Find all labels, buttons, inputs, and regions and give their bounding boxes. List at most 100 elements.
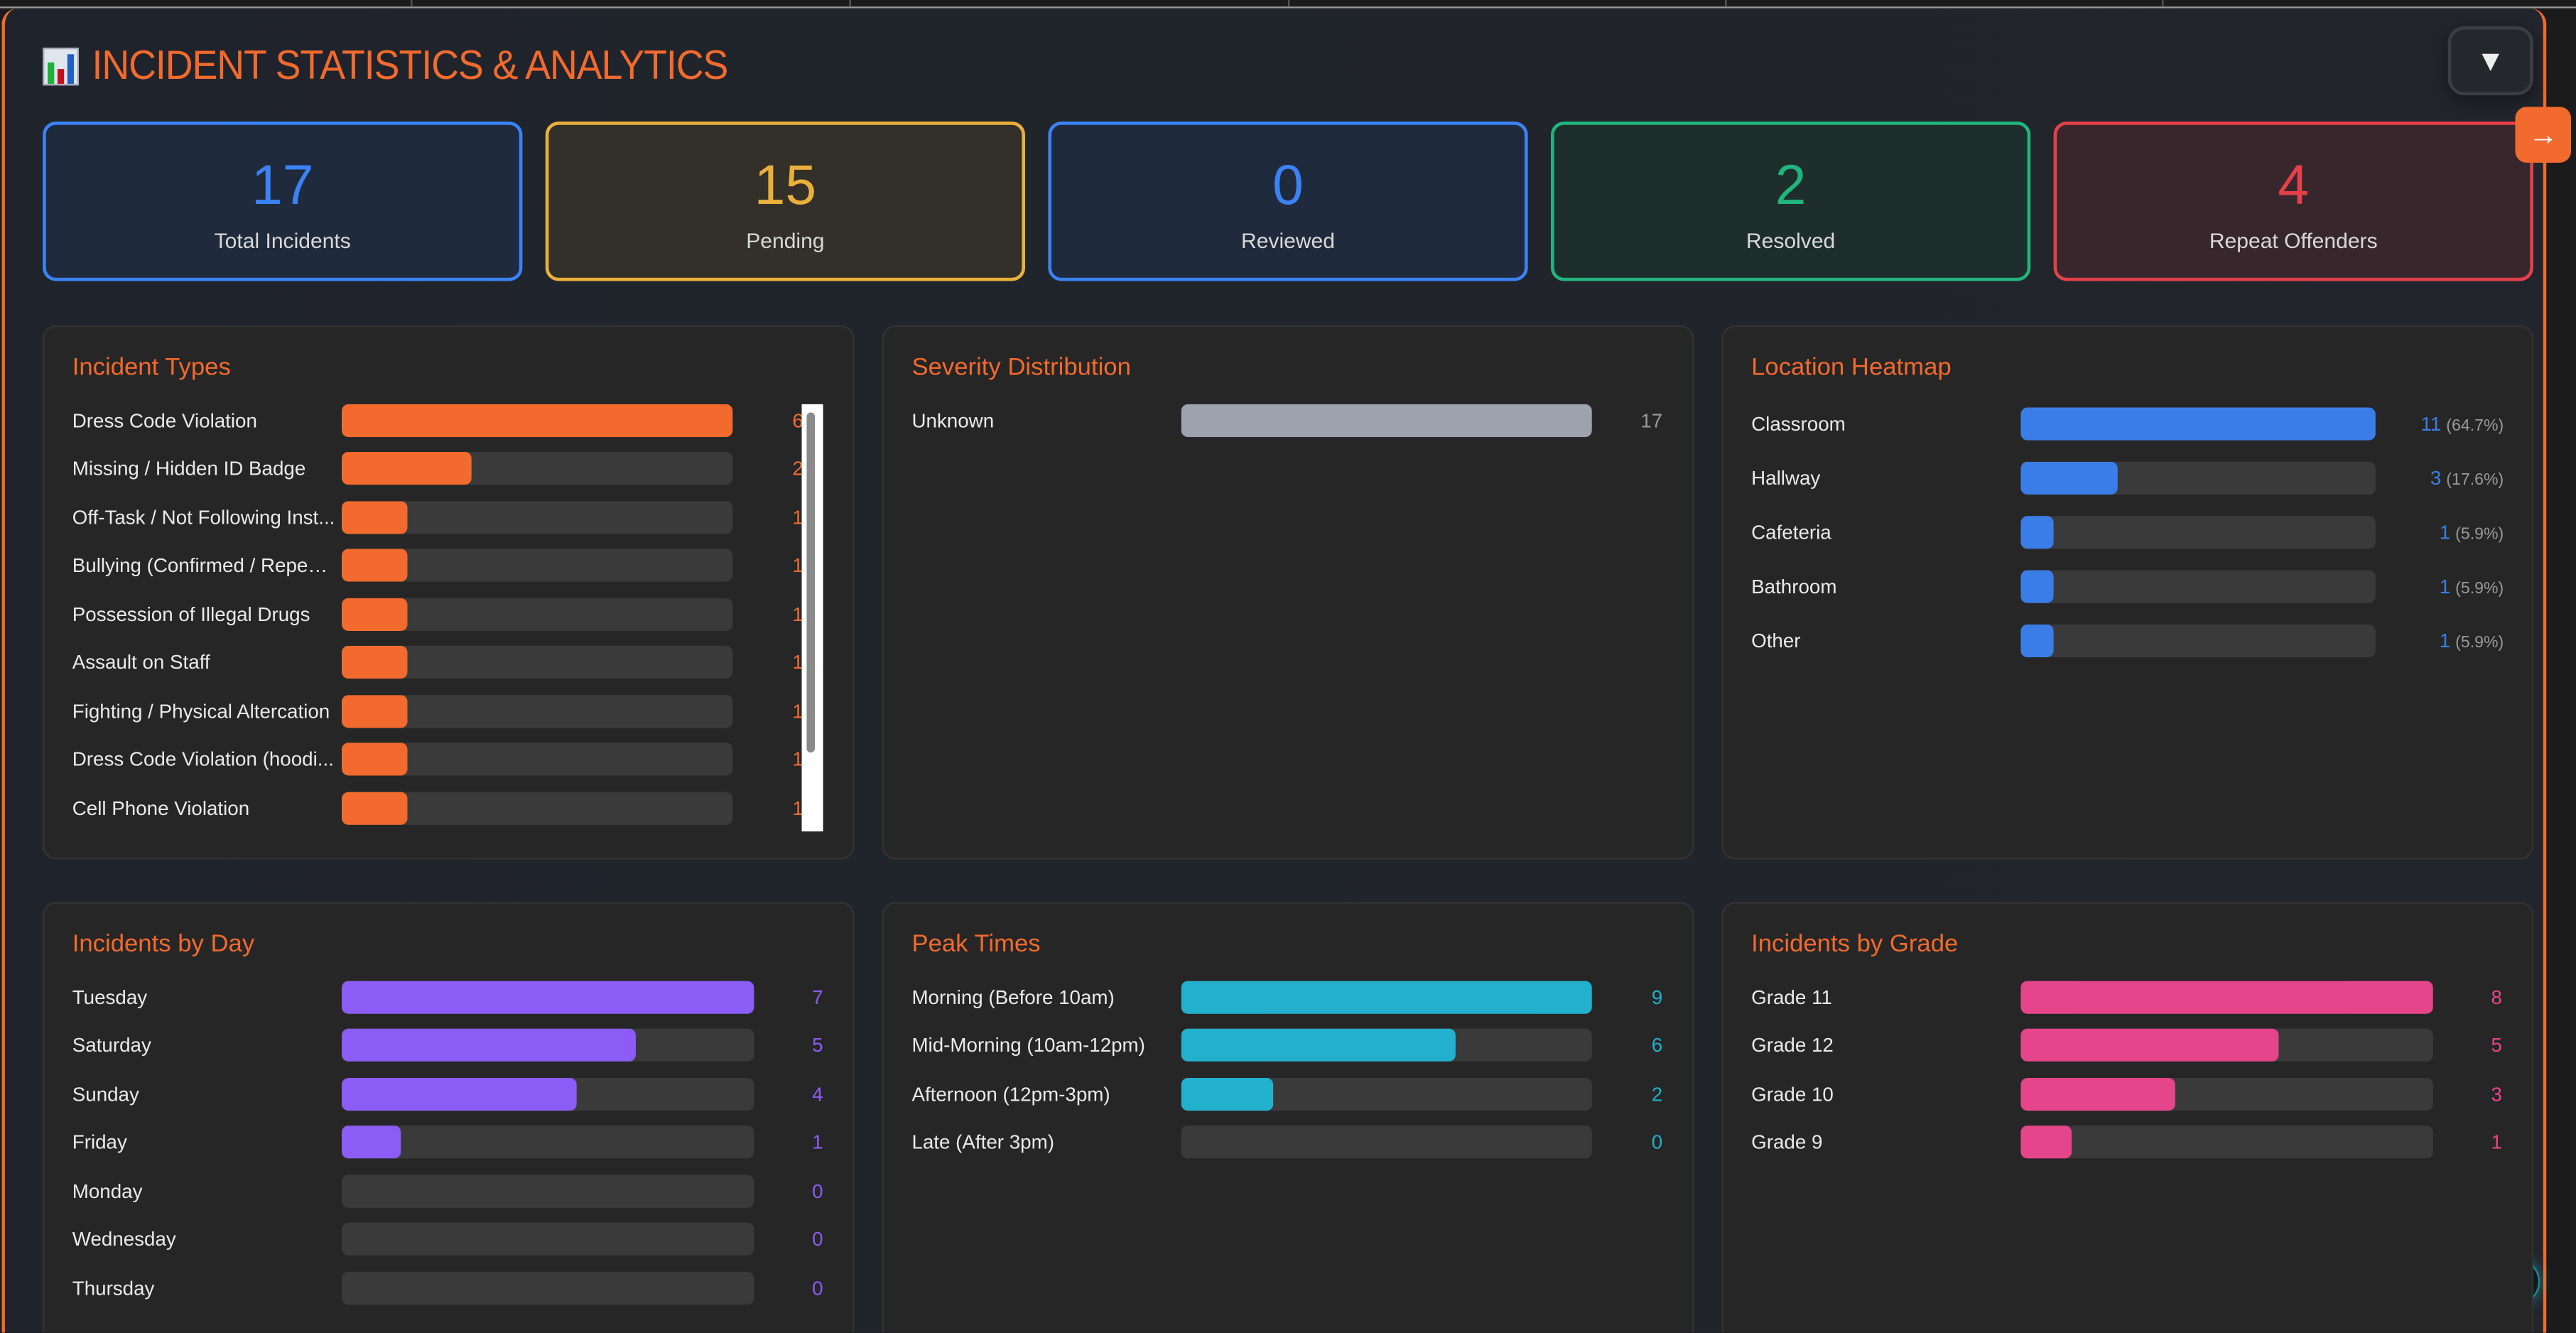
bar-fill — [342, 1077, 578, 1110]
percentage: (5.9%) — [2455, 525, 2504, 543]
app-stage: INCIDENT STATISTICS & ANALYTICS ▼ → 17To… — [0, 0, 2576, 1332]
bar-value: 5 — [2433, 1034, 2502, 1057]
incidents-by-day-panel: Incidents by Day Tuesday 7 Saturday 5 Su… — [43, 902, 854, 1333]
bar-row: Grade 11 8 — [1751, 973, 2502, 1021]
bar-row: Mid-Morning (10am-12pm) 6 — [911, 1021, 1662, 1069]
bar-label: Classroom — [1751, 411, 2020, 434]
stat-value: 0 — [1051, 154, 1525, 217]
bar-track — [1181, 981, 1592, 1013]
bar-track — [342, 1223, 754, 1256]
stat-label: Repeat Offenders — [2057, 228, 2530, 253]
bar-row: Unknown 17 — [911, 396, 1662, 444]
stat-label: Resolved — [1554, 228, 2028, 253]
incident-types-panel: Incident Types Dress Code Violation 6 Mi… — [43, 325, 854, 860]
bar-row: Cafeteria 1(5.9%) — [1751, 504, 2504, 558]
bar-row: Late (After 3pm) 0 — [911, 1118, 1662, 1167]
percentage: (17.6%) — [2446, 471, 2504, 489]
bar-label: Grade 12 — [1751, 1034, 2020, 1057]
stat-card-repeat-offenders: 4Repeat Offenders — [2054, 122, 2533, 281]
bar-label: Grade 11 — [1751, 986, 2020, 1008]
stat-value: 15 — [548, 154, 1022, 217]
panel-title: Incident Types — [72, 353, 231, 381]
bar-value: 9 — [1592, 986, 1662, 1008]
bar-fill — [342, 646, 407, 679]
bar-list: Dress Code Violation 6 Missing / Hidden … — [72, 404, 803, 832]
scrollbar[interactable] — [802, 404, 823, 831]
bar-track — [2020, 981, 2432, 1013]
bar-row: Grade 10 3 — [1751, 1069, 2502, 1118]
panel-title: Location Heatmap — [1751, 353, 1952, 381]
bar-value: 1 — [732, 506, 803, 529]
page-title: INCIDENT STATISTICS & ANALYTICS — [43, 43, 776, 90]
bar-track — [2020, 1126, 2432, 1159]
bar-value: 1 — [732, 748, 803, 771]
bar-value: 8 — [2433, 986, 2502, 1008]
bar-fill — [1181, 1077, 1272, 1110]
bar-value: 1(5.9%) — [2376, 574, 2504, 597]
count: 1 — [2440, 629, 2450, 652]
stat-card-total-incidents: 17Total Incidents — [43, 122, 522, 281]
collapse-button[interactable]: ▼ — [2448, 26, 2533, 95]
count: 1 — [2491, 1131, 2501, 1154]
bar-row: Tuesday 7 — [72, 973, 823, 1021]
bar-row: Monday 0 — [72, 1167, 823, 1215]
bar-fill — [342, 549, 407, 582]
bar-value: 1 — [754, 1131, 823, 1154]
bar-label: Cell Phone Violation — [72, 797, 342, 819]
bar-label: Dress Code Violation — [72, 409, 342, 431]
bar-fill — [342, 501, 407, 534]
bar-value: 0 — [754, 1180, 823, 1202]
bar-track — [2020, 569, 2376, 602]
bar-track — [1181, 404, 1592, 436]
count: 6 — [1652, 1034, 1662, 1057]
bar-label: Bullying (Confirmed / Repeat... — [72, 554, 342, 577]
bar-fill — [342, 404, 732, 436]
bar-row: Grade 9 1 — [1751, 1118, 2502, 1167]
bar-fill — [342, 695, 407, 728]
bar-fill — [342, 792, 407, 824]
stat-label: Total Incidents — [46, 228, 519, 253]
bar-fill — [342, 743, 407, 776]
panel-title: Incidents by Day — [72, 930, 254, 958]
bar-track — [342, 453, 732, 485]
stat-label: Pending — [548, 228, 1022, 253]
bar-fill — [1181, 1029, 1455, 1062]
bar-label: Other — [1751, 629, 2020, 652]
bar-value: 1 — [732, 603, 803, 625]
bar-row: Thursday 0 — [72, 1263, 823, 1312]
bar-track — [1181, 1077, 1592, 1110]
bar-label: Hallway — [1751, 466, 2020, 489]
bar-track — [342, 792, 732, 824]
bar-value: 6 — [732, 409, 803, 431]
bar-track — [2020, 624, 2376, 657]
bar-fill — [342, 981, 754, 1013]
count: 8 — [2491, 986, 2501, 1008]
page-title-text: INCIDENT STATISTICS & ANALYTICS — [92, 43, 728, 90]
bar-row: Bullying (Confirmed / Repeat... 1 — [72, 541, 803, 590]
percentage: (5.9%) — [2455, 579, 2504, 597]
bar-row: Dress Code Violation 6 — [72, 396, 803, 444]
next-button[interactable]: → — [2515, 107, 2571, 163]
bar-track — [2020, 1029, 2432, 1062]
bar-value: 0 — [1592, 1131, 1662, 1154]
stat-value: 2 — [1554, 154, 2028, 217]
bar-fill — [1181, 981, 1592, 1013]
bar-value: 3 — [2433, 1082, 2502, 1105]
count: 3 — [2430, 466, 2441, 489]
bar-value: 1 — [732, 651, 803, 674]
percentage: (5.9%) — [2455, 633, 2504, 651]
bar-label: Cafeteria — [1751, 520, 2020, 543]
incidents-by-grade-panel: Incidents by Grade Grade 11 8 Grade 12 5… — [1722, 902, 2533, 1333]
bar-track — [342, 981, 754, 1013]
bar-value: 11(64.7%) — [2376, 411, 2504, 434]
count: 7 — [812, 986, 823, 1008]
bar-fill — [342, 598, 407, 630]
bar-track — [342, 695, 732, 728]
count: 5 — [2491, 1034, 2501, 1057]
stat-card-pending: 15 Pending — [546, 122, 1025, 281]
bar-list: Unknown 17 — [911, 404, 1662, 445]
bar-list: Morning (Before 10am) 9 Mid-Morning (10a… — [911, 981, 1662, 1167]
bar-value: 1 (5.9%) — [2376, 629, 2504, 652]
bar-row: Saturday 5 — [72, 1021, 823, 1069]
scrollbar-thumb[interactable] — [806, 412, 815, 752]
